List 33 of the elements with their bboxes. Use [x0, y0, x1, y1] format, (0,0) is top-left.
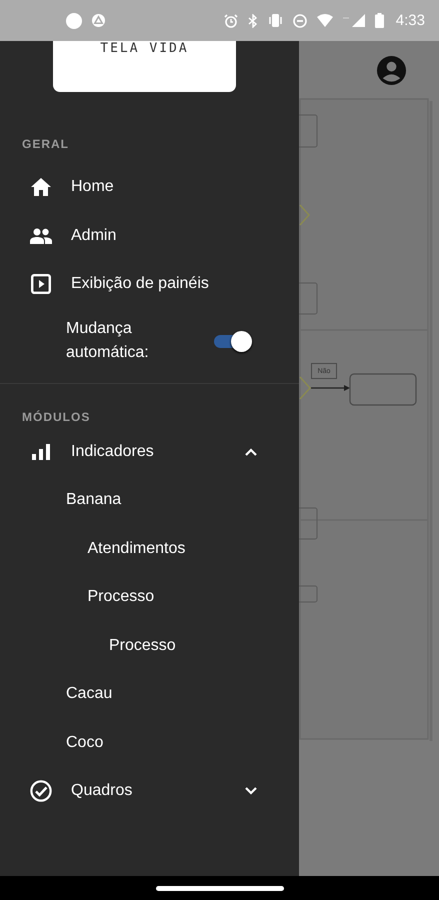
notification-dot-icon	[66, 12, 82, 28]
submenu-item[interactable]: Coco	[66, 734, 104, 752]
clock-time: 4:33	[396, 12, 425, 29]
vibrate-icon	[268, 14, 283, 27]
menu-item[interactable]: Admin	[0, 212, 299, 260]
home-icon	[31, 178, 51, 196]
account-icon[interactable]	[376, 55, 407, 86]
toggle-label: Mudança automática:	[66, 318, 150, 362]
menu-item[interactable]: Exibição de painéis	[0, 260, 299, 308]
alarm-icon	[224, 14, 238, 28]
check-circle-icon	[30, 780, 52, 802]
do-not-disturb-icon	[292, 14, 307, 28]
submenu-item[interactable]: Banana	[66, 491, 122, 510]
menu-item[interactable]: Home	[0, 163, 299, 212]
submenu-item[interactable]: Processo	[109, 636, 176, 655]
submenu-item[interactable]: Processo	[88, 588, 154, 606]
signal-icon	[342, 14, 365, 27]
section-header: GERAL	[21, 137, 70, 151]
bluetooth-icon	[248, 14, 258, 28]
play-box-icon	[31, 274, 51, 294]
menu-item[interactable]: Quadros	[0, 767, 299, 816]
bar-chart-icon	[32, 444, 50, 460]
auto-switch[interactable]	[212, 330, 252, 352]
wifi-icon	[316, 14, 333, 27]
logo-text: TELA VIDA	[100, 42, 189, 56]
submenu-item[interactable]: Cacau	[66, 685, 112, 704]
menu-item[interactable]: Indicadores	[0, 428, 299, 476]
battery-icon	[374, 13, 384, 28]
triangle-app-icon	[92, 14, 105, 27]
submenu-item[interactable]: Atendimentos	[88, 540, 186, 558]
home-gesture-bar[interactable]	[156, 886, 284, 890]
people-icon	[30, 228, 52, 244]
section-header: MÓDULOS	[21, 410, 92, 424]
